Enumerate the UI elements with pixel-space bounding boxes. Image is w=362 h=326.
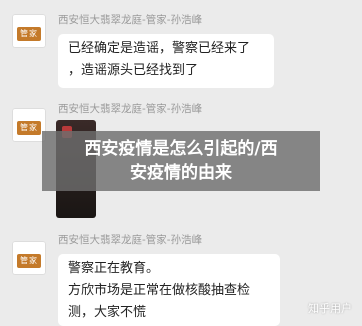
message-text: 测，大家不慌: [68, 305, 147, 320]
sender-name: 西安恒大翡翠龙庭-管家-孙浩峰: [58, 103, 203, 115]
sender-name: 西安恒大翡翠龙庭-管家-孙浩峰: [58, 234, 203, 246]
avatar-badge: 管家: [17, 121, 41, 135]
message-bubble[interactable]: 警察正在教育。 方欣市场是正常在做核酸抽查检 测，大家不慌: [58, 254, 280, 326]
message-bubble[interactable]: 已经确定是造谣，警察已经来了 ，造谣源头已经找到了: [58, 34, 274, 88]
article-title-overlay: 西安疫情是怎么引起的/西 安疫情的由来: [42, 131, 320, 191]
overlay-title-line: 西安疫情是怎么引起的/西: [84, 139, 278, 159]
avatar-caption-icon: [14, 243, 44, 251]
avatar-badge: 管家: [17, 27, 41, 41]
avatar[interactable]: 管家: [12, 241, 46, 275]
avatar[interactable]: 管家: [12, 14, 46, 48]
overlay-title-line: 安疫情的由来: [130, 163, 232, 183]
avatar-caption-icon: [14, 110, 44, 118]
avatar-badge: 管家: [17, 254, 41, 268]
message-text: ，造谣源头已经找到了: [68, 63, 199, 78]
avatar[interactable]: 管家: [12, 108, 46, 142]
watermark: 知乎用户: [308, 302, 352, 315]
sender-name: 西安恒大翡翠龙庭-管家-孙浩峰: [58, 14, 203, 26]
avatar-caption-icon: [14, 16, 44, 24]
message-text: 已经确定是造谣，警察已经来了: [68, 41, 251, 56]
message-text: 方欣市场是正常在做核酸抽查检: [68, 283, 251, 298]
message-text: 警察正在教育。: [68, 261, 160, 276]
